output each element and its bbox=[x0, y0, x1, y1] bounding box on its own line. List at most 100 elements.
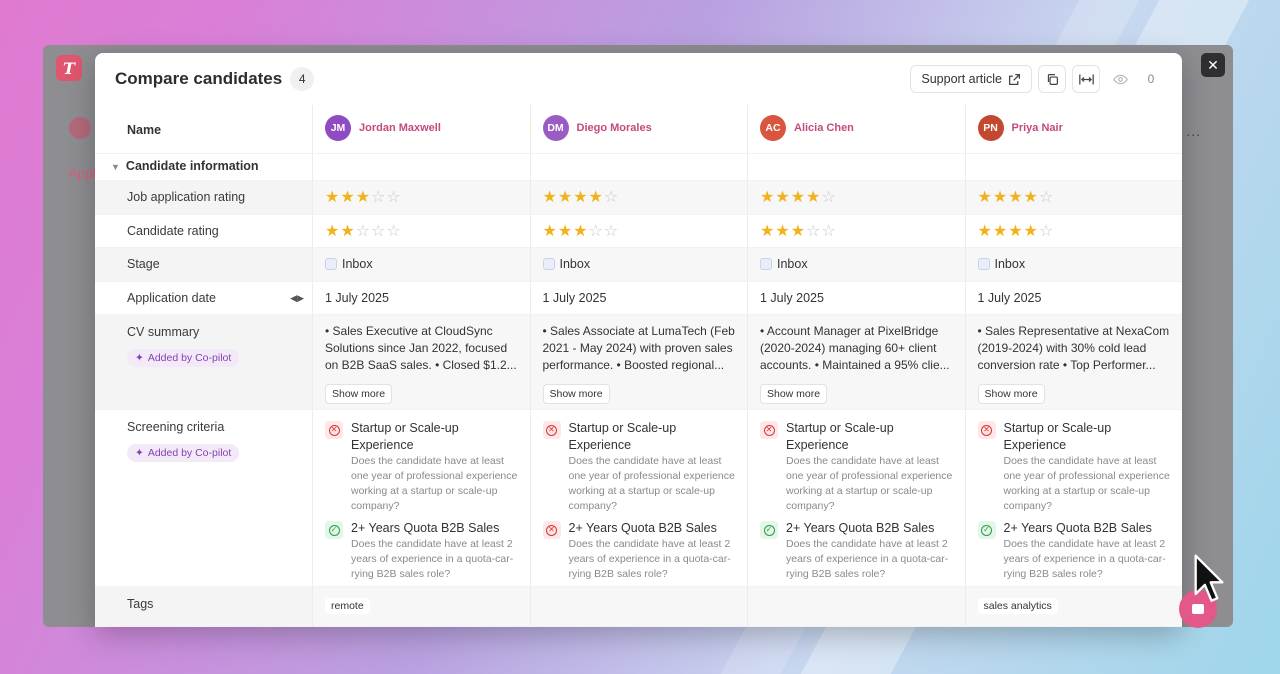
star-filled-icon[interactable]: ★ bbox=[760, 223, 775, 240]
star-filled-icon[interactable]: ★ bbox=[340, 189, 355, 206]
table-cell: ★★★☆☆ bbox=[312, 181, 530, 214]
star-rating[interactable]: ★★★★☆ bbox=[978, 221, 1055, 241]
support-article-label: Support article bbox=[921, 72, 1002, 86]
copilot-badge-label: Added by Co-pilot bbox=[147, 352, 232, 364]
candidate-name-link[interactable]: Alicia Chen bbox=[794, 115, 854, 134]
application-date-value: 1 July 2025 bbox=[977, 290, 1042, 305]
star-filled-icon[interactable]: ★ bbox=[775, 189, 790, 206]
star-filled-icon[interactable]: ★ bbox=[993, 189, 1008, 206]
stage-value[interactable]: Inbox bbox=[560, 257, 591, 271]
copy-icon[interactable] bbox=[1038, 65, 1066, 93]
star-rating[interactable]: ★★★★☆ bbox=[760, 187, 837, 207]
star-filled-icon[interactable]: ★ bbox=[791, 189, 806, 206]
star-filled-icon[interactable]: ★ bbox=[1024, 189, 1039, 206]
star-rating[interactable]: ★★★☆☆ bbox=[325, 187, 402, 207]
star-filled-icon[interactable]: ★ bbox=[978, 223, 993, 240]
star-filled-icon[interactable]: ★ bbox=[325, 189, 340, 206]
section-row[interactable]: ▼ Candidate information bbox=[95, 154, 1182, 181]
tag-chip[interactable]: remote bbox=[325, 598, 370, 614]
star-filled-icon[interactable]: ★ bbox=[325, 223, 340, 240]
star-filled-icon[interactable]: ★ bbox=[573, 223, 588, 240]
avatar[interactable]: PN bbox=[977, 115, 1004, 141]
star-rating[interactable]: ★★★☆☆ bbox=[760, 221, 837, 241]
star-filled-icon[interactable]: ★ bbox=[558, 189, 573, 206]
star-filled-icon[interactable]: ★ bbox=[340, 223, 355, 240]
star-empty-icon[interactable]: ☆ bbox=[821, 223, 836, 240]
star-filled-icon[interactable]: ★ bbox=[356, 189, 371, 206]
star-filled-icon[interactable]: ★ bbox=[543, 189, 558, 206]
close-button[interactable]: ✕ bbox=[1201, 53, 1225, 77]
row-label: Job application rating bbox=[95, 181, 312, 214]
star-filled-icon[interactable]: ★ bbox=[589, 189, 604, 206]
show-more-button[interactable]: Show more bbox=[977, 384, 1045, 404]
star-rating[interactable]: ★★★★☆ bbox=[978, 187, 1055, 207]
app-logo[interactable]: T bbox=[56, 55, 82, 81]
star-empty-icon[interactable]: ☆ bbox=[821, 189, 836, 206]
criterion-text: Startup or Scale-up Experience Does the c… bbox=[786, 420, 953, 514]
criterion-description: Does the candidate have at least one yea… bbox=[568, 455, 735, 512]
star-filled-icon[interactable]: ★ bbox=[806, 189, 821, 206]
star-filled-icon[interactable]: ★ bbox=[1008, 189, 1023, 206]
stage-icon bbox=[977, 258, 990, 271]
expand-width-icon[interactable] bbox=[1072, 65, 1100, 93]
star-rating[interactable]: ★★☆☆☆ bbox=[325, 221, 402, 241]
row-label: Application date ◀▶ bbox=[95, 281, 312, 314]
show-more-button[interactable]: Show more bbox=[760, 384, 828, 404]
show-more-button[interactable]: Show more bbox=[325, 384, 393, 404]
avatar[interactable]: JM bbox=[325, 115, 351, 141]
support-article-button[interactable]: Support article bbox=[910, 65, 1032, 93]
star-filled-icon[interactable]: ★ bbox=[1008, 223, 1023, 240]
copilot-badge-label: Added by Co-pilot bbox=[147, 447, 232, 459]
star-empty-icon[interactable]: ☆ bbox=[356, 223, 371, 240]
star-empty-icon[interactable]: ☆ bbox=[604, 189, 619, 206]
section-toggle[interactable]: ▼ Candidate information bbox=[95, 154, 312, 180]
star-empty-icon[interactable]: ☆ bbox=[806, 223, 821, 240]
star-filled-icon[interactable]: ★ bbox=[573, 189, 588, 206]
star-filled-icon[interactable]: ★ bbox=[993, 223, 1008, 240]
viewer-count: 0 bbox=[1147, 72, 1155, 86]
star-empty-icon[interactable]: ☆ bbox=[1039, 189, 1054, 206]
avatar[interactable]: DM bbox=[542, 115, 569, 141]
application-date-value: 1 July 2025 bbox=[760, 290, 824, 305]
stage-value[interactable]: Inbox bbox=[995, 257, 1026, 271]
cv-summary-text: • Sales Executive at CloudSync Solutions… bbox=[325, 324, 517, 372]
more-options-icon[interactable]: ... bbox=[1186, 123, 1201, 139]
star-rating[interactable]: ★★★★☆ bbox=[543, 187, 620, 207]
x-circle-icon: ✕ bbox=[977, 421, 996, 439]
table-cell bbox=[312, 154, 530, 180]
candidate-name-link[interactable]: Diego Morales bbox=[577, 115, 652, 134]
star-rating[interactable]: ★★★☆☆ bbox=[543, 221, 620, 241]
screening-criterion: ✕ Startup or Scale-up Experience Does the … bbox=[977, 420, 1171, 514]
table-cell: ★★★☆☆ bbox=[747, 214, 965, 247]
avatar[interactable]: AC bbox=[760, 115, 786, 141]
star-filled-icon[interactable]: ★ bbox=[791, 223, 806, 240]
x-circle-icon: ✕ bbox=[542, 521, 561, 539]
table-cell: DM Diego Morales bbox=[529, 105, 747, 153]
check-circle-icon: ✓ bbox=[325, 521, 343, 539]
table-cell: ✕ Startup or Scale-up Experience Does the … bbox=[964, 410, 1182, 586]
stage-value[interactable]: Inbox bbox=[342, 257, 373, 271]
star-empty-icon[interactable]: ☆ bbox=[371, 223, 386, 240]
star-filled-icon[interactable]: ★ bbox=[760, 189, 775, 206]
star-empty-icon[interactable]: ☆ bbox=[1039, 223, 1054, 240]
star-filled-icon[interactable]: ★ bbox=[543, 223, 558, 240]
star-filled-icon[interactable]: ★ bbox=[775, 223, 790, 240]
eye-icon[interactable] bbox=[1106, 65, 1134, 93]
star-empty-icon[interactable]: ☆ bbox=[589, 223, 604, 240]
tag-chip[interactable]: sales analytics bbox=[977, 598, 1058, 614]
star-empty-icon[interactable]: ☆ bbox=[386, 223, 401, 240]
criterion-title: Startup or Scale-up Experience bbox=[1003, 421, 1112, 452]
star-filled-icon[interactable]: ★ bbox=[978, 189, 993, 206]
show-more-button[interactable]: Show more bbox=[542, 384, 610, 404]
sort-icon[interactable]: ◀▶ bbox=[290, 293, 304, 304]
copilot-badge: ✦ Added by Co-pilot bbox=[127, 349, 240, 367]
star-filled-icon[interactable]: ★ bbox=[1024, 223, 1039, 240]
star-filled-icon[interactable]: ★ bbox=[558, 223, 573, 240]
star-empty-icon[interactable]: ☆ bbox=[371, 189, 386, 206]
stage-value[interactable]: Inbox bbox=[777, 257, 808, 271]
star-empty-icon[interactable]: ☆ bbox=[604, 223, 619, 240]
candidate-name-link[interactable]: Priya Nair bbox=[1012, 115, 1063, 134]
star-empty-icon[interactable]: ☆ bbox=[386, 189, 401, 206]
candidate-name-link[interactable]: Jordan Maxwell bbox=[359, 115, 441, 134]
caret-down-icon: ▼ bbox=[111, 162, 120, 172]
